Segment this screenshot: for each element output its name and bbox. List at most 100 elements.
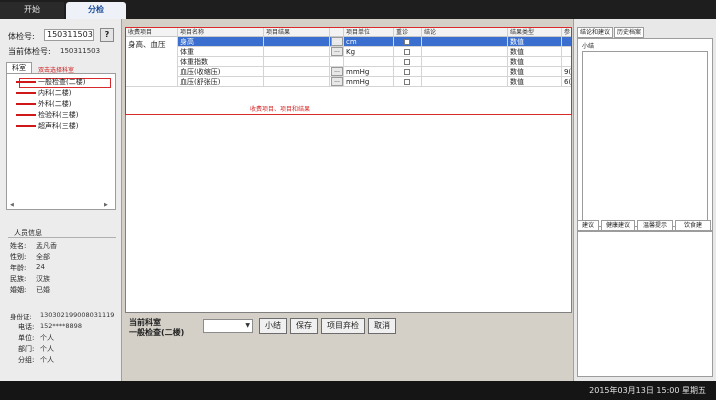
ethnicity-value: 汉族 bbox=[36, 275, 50, 283]
recheck-cell[interactable] bbox=[394, 77, 422, 87]
ellipsis-cell: ... bbox=[330, 67, 344, 77]
tab-health-advice[interactable]: 健康建议 bbox=[601, 220, 635, 231]
left-panel: 体检号: 150311503 ? 当前体检号: 150311503 科室 双击选… bbox=[0, 19, 122, 381]
conclusion-cell[interactable] bbox=[422, 67, 508, 77]
reference-cell[interactable] bbox=[562, 57, 572, 67]
item-result-cell[interactable] bbox=[264, 67, 330, 77]
col-header-reference[interactable]: 参 bbox=[562, 28, 572, 37]
item-unit-cell[interactable]: mmHg bbox=[344, 77, 394, 87]
dept-item-label: 检验科(三楼) bbox=[38, 111, 79, 119]
tab-advice[interactable]: 建议 bbox=[577, 220, 599, 231]
name-value: 孟凡香 bbox=[36, 242, 57, 250]
marital-label: 婚姻: bbox=[10, 286, 27, 294]
recheck-checkbox[interactable] bbox=[404, 59, 410, 65]
conclusion-cell[interactable] bbox=[422, 47, 508, 57]
item-unit-cell[interactable] bbox=[344, 57, 394, 67]
result-type-cell[interactable]: 数值 bbox=[508, 57, 562, 67]
dept-tab[interactable]: 科室 bbox=[6, 62, 32, 73]
tab-start[interactable]: 开始 bbox=[0, 2, 64, 19]
cancel-button[interactable]: 取消 bbox=[368, 318, 396, 334]
age-label: 年龄: bbox=[10, 264, 27, 272]
age-value: 24 bbox=[36, 263, 45, 271]
reference-cell[interactable]: 9( bbox=[562, 67, 572, 77]
scroll-left-icon[interactable]: ◀ bbox=[10, 202, 14, 208]
recheck-checkbox[interactable] bbox=[404, 49, 410, 55]
item-name-cell[interactable]: 体重指数 bbox=[178, 57, 264, 67]
summary-button[interactable]: 小结 bbox=[259, 318, 287, 334]
ellipsis-cell: ... bbox=[330, 77, 344, 87]
recheck-cell[interactable] bbox=[394, 67, 422, 77]
ellipsis-cell: ... bbox=[330, 37, 344, 47]
ellipsis-button[interactable]: ... bbox=[331, 77, 343, 86]
col-header-recheck[interactable]: 重诊 bbox=[394, 28, 422, 37]
unit-label: 单位: bbox=[18, 334, 35, 342]
annotation-note: 收费项目、项目和结果 bbox=[250, 106, 311, 113]
item-name-cell[interactable]: 体重 bbox=[178, 47, 264, 57]
phone-value: 152****8898 bbox=[40, 322, 82, 330]
item-result-cell[interactable] bbox=[264, 47, 330, 57]
advice-textarea[interactable] bbox=[577, 231, 713, 377]
result-type-cell[interactable]: 数值 bbox=[508, 67, 562, 77]
item-unit-cell[interactable]: Kg bbox=[344, 47, 394, 57]
item-result-cell[interactable] bbox=[264, 57, 330, 67]
abandon-item-button[interactable]: 项目弃检 bbox=[321, 318, 365, 334]
col-header-item-name[interactable]: 项目名称 bbox=[178, 28, 264, 37]
item-result-cell[interactable] bbox=[264, 77, 330, 87]
col-header-item-result[interactable]: 项目结果 bbox=[264, 28, 330, 37]
exam-items-grid[interactable]: 收费项目 项目名称 项目结果 项目单位 重诊 结论 结果类型 参 身高、血压 身… bbox=[125, 27, 572, 313]
tab-exam[interactable]: 分检 bbox=[66, 2, 126, 19]
exam-no-label: 体检号: bbox=[8, 32, 35, 41]
divider bbox=[8, 237, 116, 238]
col-header-charge-item[interactable]: 收费项目 bbox=[126, 28, 178, 37]
ellipsis-button[interactable]: ... bbox=[331, 37, 343, 46]
id-card-value: 130302199008031119 bbox=[40, 311, 115, 319]
dept-item-label: 外科(二楼) bbox=[38, 100, 72, 108]
tab-conclusion-advice[interactable]: 结论和建议 bbox=[577, 27, 613, 38]
chevron-down-icon[interactable]: ▼ bbox=[245, 320, 250, 332]
tab-warm-tips[interactable]: 温馨提示 bbox=[637, 220, 673, 231]
charge-item-cell[interactable]: 身高、血压 bbox=[126, 37, 178, 87]
scroll-right-icon[interactable]: ▶ bbox=[104, 202, 108, 208]
col-header-conclusion[interactable]: 结论 bbox=[422, 28, 508, 37]
exam-no-input[interactable]: 150311503 bbox=[44, 29, 94, 41]
recheck-checkbox[interactable] bbox=[404, 69, 410, 75]
result-type-cell[interactable]: 数值 bbox=[508, 77, 562, 87]
tab-history[interactable]: 历史档案 bbox=[614, 27, 644, 38]
conclusion-cell[interactable] bbox=[422, 37, 508, 47]
col-header-unit[interactable]: 项目单位 bbox=[344, 28, 394, 37]
item-name-cell[interactable]: 血压(收缩压) bbox=[178, 67, 264, 77]
col-header-result-type[interactable]: 结果类型 bbox=[508, 28, 562, 37]
item-name-cell[interactable]: 血压(舒张压) bbox=[178, 77, 264, 87]
gender-value: 全部 bbox=[36, 253, 50, 261]
tab-diet-advice[interactable]: 饮食建 bbox=[675, 220, 711, 231]
recheck-cell[interactable] bbox=[394, 57, 422, 67]
ellipsis-button[interactable]: ... bbox=[331, 67, 343, 76]
reference-cell[interactable]: 6( bbox=[562, 77, 572, 87]
result-type-cell[interactable]: 数值 bbox=[508, 37, 562, 47]
recheck-cell[interactable] bbox=[394, 47, 422, 57]
dept-item-label: 一般检查(二楼) bbox=[38, 78, 86, 86]
right-panel: 结论和建议 历史档案 小结 建议 健康建议 温馨提示 饮食建 bbox=[573, 19, 716, 381]
conclusion-cell[interactable] bbox=[422, 77, 508, 87]
top-tab-bar: 开始 分检 bbox=[0, 0, 716, 19]
doctor-select[interactable]: ▼ bbox=[203, 319, 253, 333]
item-result-cell[interactable] bbox=[264, 37, 330, 47]
recheck-cell[interactable] bbox=[394, 37, 422, 47]
group-value: 个人 bbox=[40, 356, 54, 364]
ellipsis-button[interactable]: ... bbox=[331, 47, 343, 56]
item-name-cell[interactable]: 身高 bbox=[178, 37, 264, 47]
result-type-cell[interactable]: 数值 bbox=[508, 47, 562, 57]
reference-cell[interactable] bbox=[562, 37, 572, 47]
save-button[interactable]: 保存 bbox=[290, 318, 318, 334]
id-card-label: 身份证: bbox=[10, 313, 32, 321]
conclusion-cell[interactable] bbox=[422, 57, 508, 67]
phone-label: 电话: bbox=[18, 323, 35, 331]
recheck-checkbox[interactable] bbox=[404, 79, 410, 85]
dept-item-label: 内科(二楼) bbox=[38, 89, 72, 97]
help-button[interactable]: ? bbox=[100, 28, 114, 42]
reference-cell[interactable] bbox=[562, 47, 572, 57]
item-unit-cell[interactable]: cm bbox=[344, 37, 394, 47]
summary-textarea[interactable] bbox=[582, 51, 708, 227]
item-unit-cell[interactable]: mmHg bbox=[344, 67, 394, 77]
recheck-checkbox[interactable] bbox=[404, 39, 410, 45]
